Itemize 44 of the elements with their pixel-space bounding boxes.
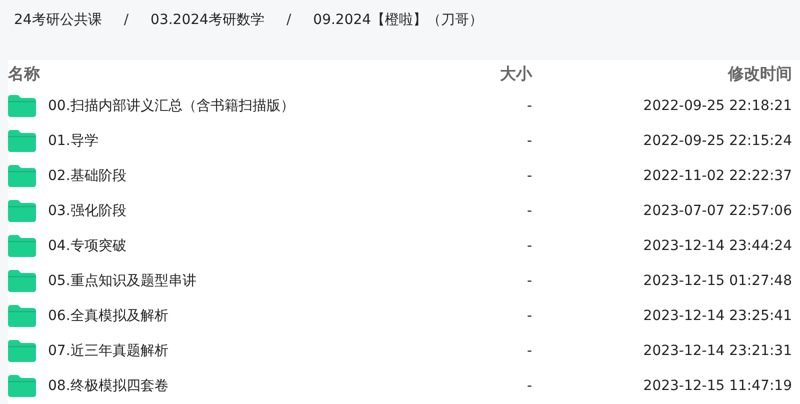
modified-time-cell: 2023-12-14 23:21:31 <box>643 342 792 358</box>
breadcrumb-separator: / <box>286 12 292 28</box>
folder-icon <box>8 164 36 186</box>
modified-time-cell: 2023-12-15 11:47:19 <box>643 378 792 394</box>
size-cell: - <box>526 202 532 218</box>
size-cell: - <box>526 342 532 358</box>
modified-time-cell: 2022-09-25 22:15:24 <box>643 132 792 148</box>
breadcrumb-link[interactable]: 09.2024【橙啦】（刀哥） <box>313 11 484 29</box>
size-cell: - <box>526 272 532 288</box>
breadcrumb-link[interactable]: 24考研公共课 <box>14 11 102 29</box>
modified-time-cell: 2023-07-07 22:57:06 <box>643 202 792 218</box>
folder-name[interactable]: 04.专项突破 <box>48 236 126 254</box>
column-header[interactable]: 修改时间 <box>728 64 792 84</box>
folder-name[interactable]: 07.近三年真题解析 <box>48 342 168 360</box>
folder-name[interactable]: 01.导学 <box>48 132 98 150</box>
modified-time-cell: 2023-12-15 01:27:48 <box>643 272 792 288</box>
folder-name[interactable]: 02.基础阶段 <box>48 166 126 184</box>
column-header[interactable]: 名称 <box>8 64 40 84</box>
folder-icon <box>8 130 36 152</box>
size-cell: - <box>526 132 532 148</box>
folder-icon <box>8 200 36 222</box>
folder-name[interactable]: 03.强化阶段 <box>48 202 126 220</box>
folder-name[interactable]: 08.终极模拟四套卷 <box>48 376 168 394</box>
breadcrumb-separator: / <box>124 12 129 28</box>
modified-time-cell: 2022-09-25 22:18:21 <box>643 98 792 114</box>
size-cell: - <box>526 238 532 254</box>
folder-icon <box>8 374 36 396</box>
modified-time-cell: 2022-11-02 22:22:37 <box>643 168 792 184</box>
folder-name[interactable]: 00.扫描内部讲义汇总（含书籍扫描版） <box>48 96 294 114</box>
folder-icon <box>8 304 36 326</box>
size-cell: - <box>526 378 532 394</box>
folder-icon <box>8 234 36 256</box>
column-header[interactable]: 大小 <box>500 64 532 84</box>
folder-icon <box>8 270 36 292</box>
size-cell: - <box>526 98 532 114</box>
folder-icon <box>8 94 36 116</box>
folder-name[interactable]: 06.全真模拟及解析 <box>48 306 168 324</box>
modified-time-cell: 2023-12-14 23:44:24 <box>643 238 792 254</box>
folder-icon <box>8 340 36 362</box>
breadcrumb-link[interactable]: 03.2024考研数学 <box>150 11 264 29</box>
folder-name[interactable]: 05.重点知识及题型串讲 <box>48 272 196 290</box>
size-cell: - <box>526 308 532 324</box>
size-cell: - <box>526 168 532 184</box>
modified-time-cell: 2023-12-14 23:25:41 <box>643 308 792 324</box>
